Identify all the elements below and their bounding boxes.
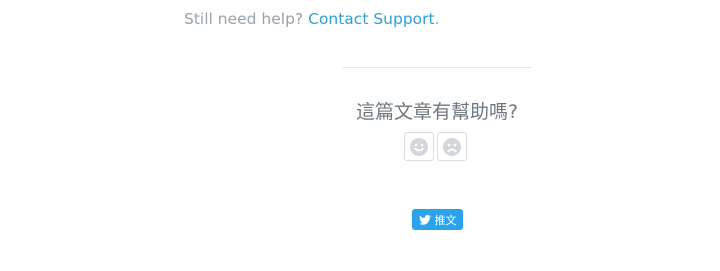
feedback-question: 這篇文章有幫助嗎? [355,101,519,123]
help-line: Still need help? Contact Support. [184,10,440,28]
smiley-face-icon [410,137,428,156]
help-suffix: . [434,10,440,28]
tweet-label: 推文 [434,213,457,227]
divider [342,67,532,68]
vote-buttons [404,132,467,161]
article-footer: Still need help? Contact Support. 這篇文章有幫… [0,0,720,271]
help-prefix: Still need help? [184,10,304,28]
frowny-face-icon [443,137,461,156]
upvote-button[interactable] [404,132,434,161]
contact-support-link[interactable]: Contact Support [308,10,435,28]
tweet-button[interactable]: 推文 [412,209,463,230]
downvote-button[interactable] [437,132,467,161]
twitter-bird-icon [418,214,431,225]
